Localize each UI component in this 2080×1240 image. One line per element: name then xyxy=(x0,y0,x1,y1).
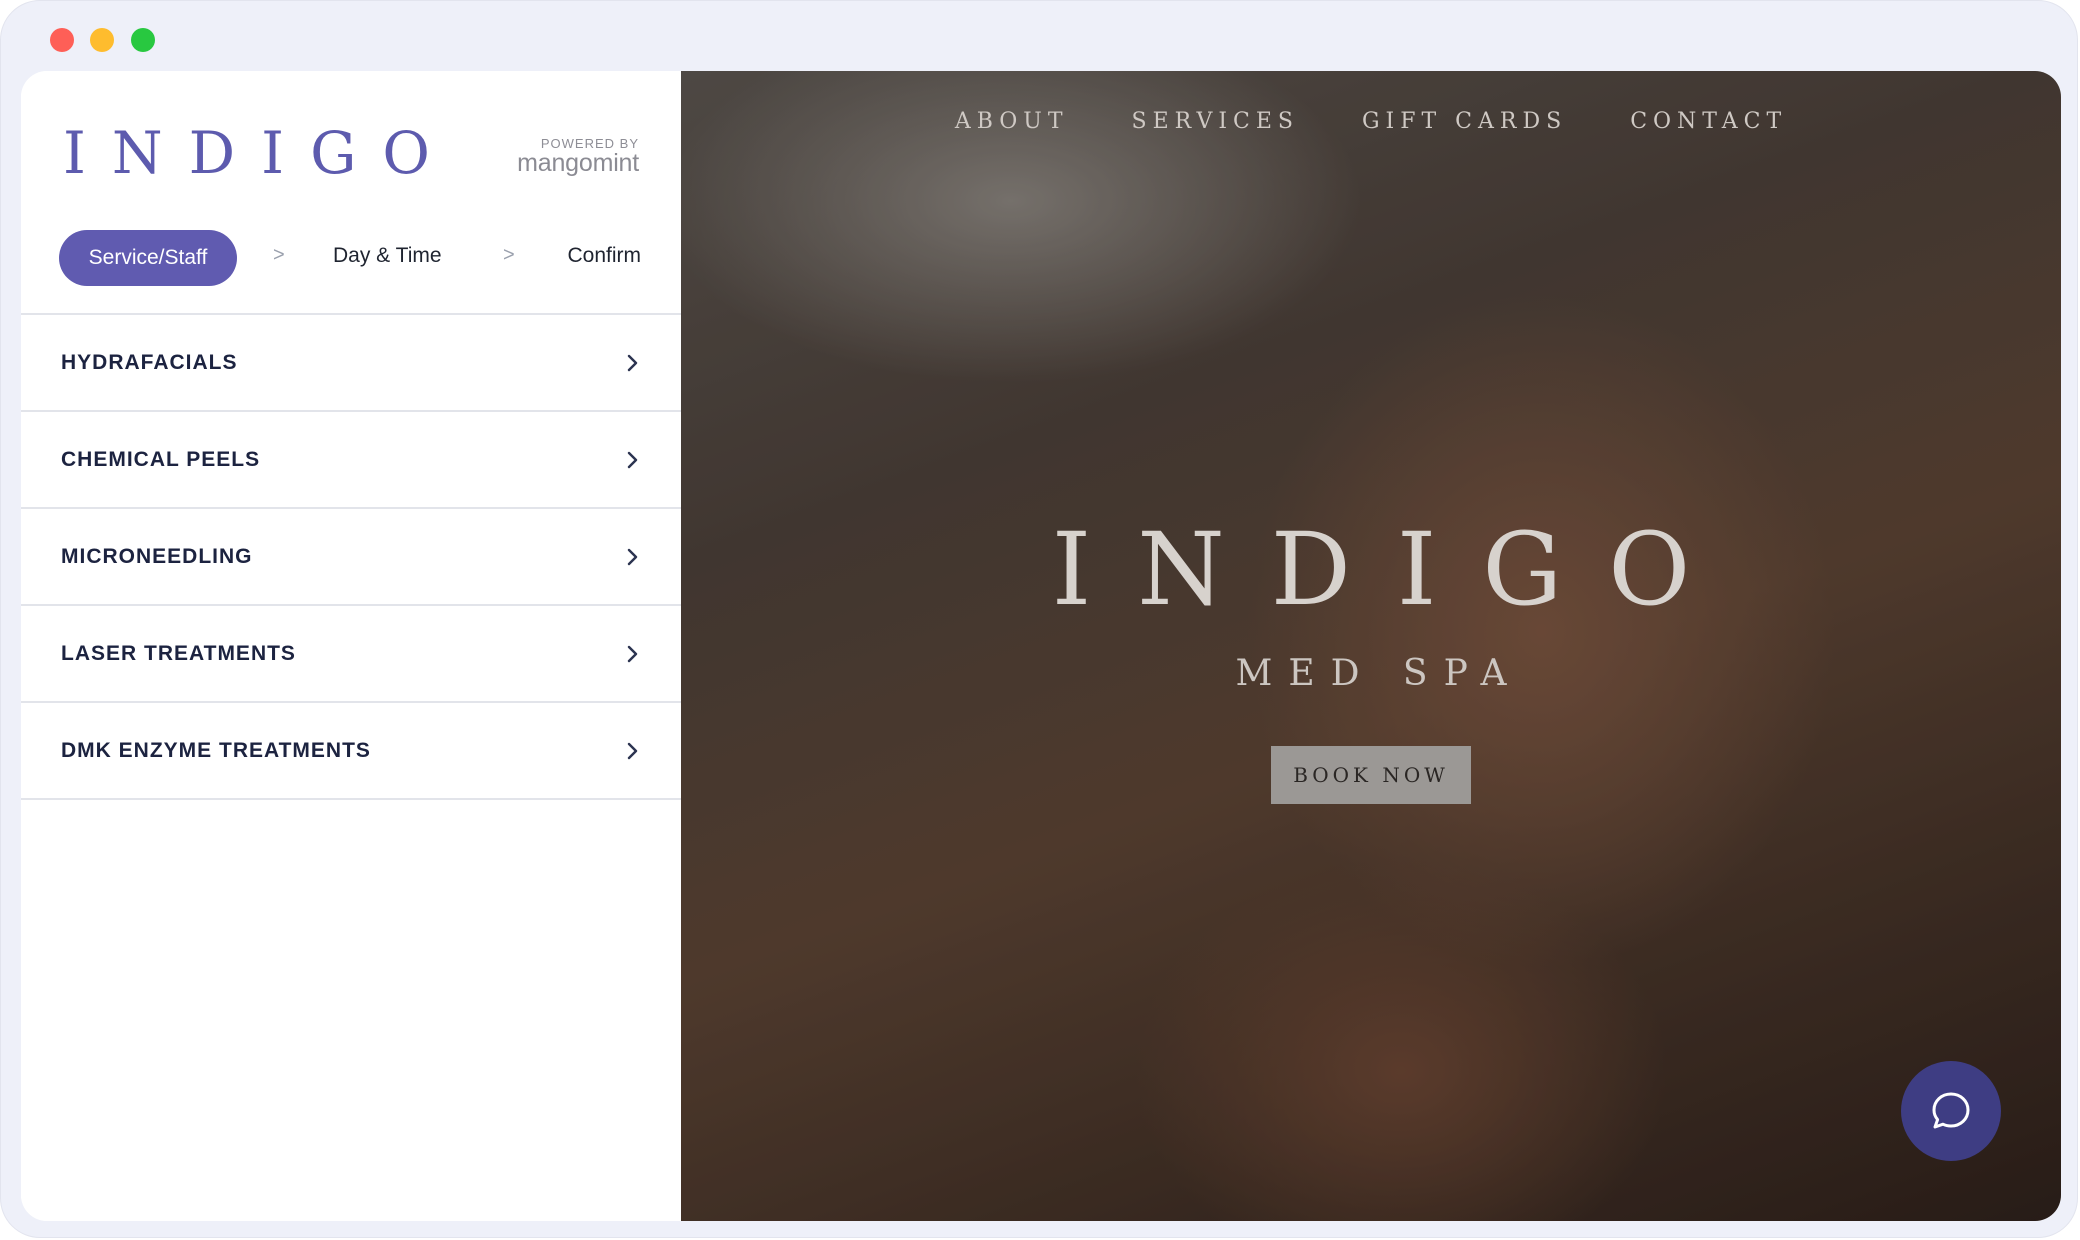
nav-services[interactable]: SERVICES xyxy=(1132,109,1299,134)
hero-title: INDIGO xyxy=(1051,511,1737,628)
step-confirm[interactable]: Confirm xyxy=(567,244,641,268)
nav-gift-cards[interactable]: GIFT CARDS xyxy=(1362,109,1567,134)
chevron-right-icon xyxy=(627,548,638,565)
nav-about[interactable]: ABOUT xyxy=(955,109,1069,134)
category-microneedling[interactable]: MICRONEEDLING xyxy=(21,507,681,604)
step-separator: > xyxy=(503,244,515,266)
category-laser-treatments[interactable]: LASER TREATMENTS xyxy=(21,604,681,701)
hero-section: ABOUT SERVICES GIFT CARDS CONTACT INDIGO… xyxy=(681,71,2061,1221)
category-label: MICRONEEDLING xyxy=(61,544,253,568)
category-dmk-enzyme-treatments[interactable]: DMK ENZYME TREATMENTS xyxy=(21,701,681,800)
category-label: CHEMICAL PEELS xyxy=(61,447,261,471)
close-window-button[interactable] xyxy=(50,28,74,52)
booking-panel: INDIGO POWERED BY mangomint Service/Staf… xyxy=(21,71,681,1221)
page-content: INDIGO POWERED BY mangomint Service/Staf… xyxy=(21,71,2061,1221)
hero-subtitle: MED SPA xyxy=(1235,653,1523,694)
chevron-right-icon xyxy=(627,645,638,662)
category-label: LASER TREATMENTS xyxy=(61,641,296,665)
step-separator: > xyxy=(273,244,285,266)
chat-bubble-icon xyxy=(1932,1092,1970,1129)
category-label: HYDRAFACIALS xyxy=(61,350,238,374)
nav-contact[interactable]: CONTACT xyxy=(1630,109,1787,134)
chevron-right-icon xyxy=(627,354,638,371)
category-chemical-peels[interactable]: CHEMICAL PEELS xyxy=(21,410,681,507)
chevron-right-icon xyxy=(627,451,638,468)
powered-by: POWERED BY mangomint xyxy=(517,136,639,178)
chat-button[interactable] xyxy=(1901,1061,2001,1161)
mangomint-logo: mangomint xyxy=(517,149,639,177)
browser-window: INDIGO POWERED BY mangomint Service/Staf… xyxy=(0,0,2078,1238)
site-nav: ABOUT SERVICES GIFT CARDS CONTACT xyxy=(681,109,2061,134)
booking-steps: Service/Staff > Day & Time > Confirm xyxy=(59,230,641,286)
service-category-list: HYDRAFACIALS CHEMICAL PEELS MICRONEEDLIN… xyxy=(21,313,681,800)
chevron-right-icon xyxy=(627,742,638,759)
book-now-button[interactable]: BOOK NOW xyxy=(1271,746,1471,804)
step-day-time[interactable]: Day & Time xyxy=(333,244,442,268)
step-service-staff[interactable]: Service/Staff xyxy=(59,230,237,286)
category-label: DMK ENZYME TREATMENTS xyxy=(61,738,371,762)
maximize-window-button[interactable] xyxy=(131,28,155,52)
brand-logo: INDIGO xyxy=(63,119,456,187)
minimize-window-button[interactable] xyxy=(90,28,114,52)
category-hydrafacials[interactable]: HYDRAFACIALS xyxy=(21,313,681,410)
